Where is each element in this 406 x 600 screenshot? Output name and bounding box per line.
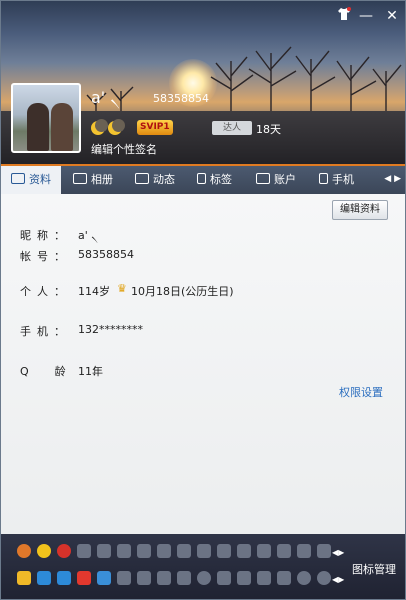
penguin-icon[interactable] [17, 544, 31, 558]
close-icon[interactable]: ✕ [383, 7, 401, 25]
svip-badge[interactable]: SVIP1 [137, 120, 173, 135]
tencent-icon[interactable] [297, 571, 311, 585]
tab-bar: 资料 相册 动态 标签 账户 手机 ◀ ▶ [1, 164, 405, 194]
icon-scroll-arrows[interactable]: ◀▶ [332, 575, 344, 584]
diamond-icon[interactable] [237, 544, 251, 558]
leaf-icon[interactable] [157, 544, 171, 558]
game-icon[interactable] [57, 571, 71, 585]
briefcase-icon [256, 173, 270, 184]
minimize-icon[interactable]: — [357, 7, 375, 25]
search-icon[interactable] [117, 571, 131, 585]
phone-icon [319, 173, 328, 184]
nickname-label: 昵称： [20, 229, 71, 242]
account-value: 58358854 [78, 248, 134, 261]
video-icon[interactable] [77, 571, 91, 585]
tab-scroll-arrows[interactable]: ◀ ▶ [384, 174, 401, 184]
moon-icon [91, 119, 108, 135]
photo-album-icon [73, 173, 87, 184]
pet-icon[interactable] [277, 571, 291, 585]
crown-icon: ♛ [117, 282, 127, 295]
shirt-icon[interactable] [335, 7, 353, 25]
bird-icon[interactable] [277, 544, 291, 558]
active-days: 18天 [256, 123, 281, 136]
diamond-icon[interactable] [217, 544, 231, 558]
age-value: 114岁 [78, 285, 110, 298]
bookmark-icon [197, 173, 206, 184]
badge-icon[interactable] [317, 571, 331, 585]
feed-icon [135, 173, 149, 184]
cloud-icon[interactable] [137, 544, 151, 558]
permission-settings-link[interactable]: 权限设置 [339, 384, 383, 400]
shield-icon[interactable] [177, 571, 191, 585]
tab-account[interactable]: 账户 [256, 166, 296, 194]
profile-window: — ✕ a' ৲ 58358854 SVIP1 达人 18天 编辑个性签名 资料… [0, 0, 406, 600]
nickname-value: a' ৲ [78, 229, 98, 242]
edit-profile-button[interactable]: 编辑资料 [332, 200, 388, 220]
night-icon[interactable] [257, 571, 271, 585]
tab-feed[interactable]: 动态 [135, 166, 175, 194]
icon-scroll-arrows[interactable]: ◀▶ [332, 548, 344, 557]
moon-icon [108, 119, 125, 135]
tab-album[interactable]: 相册 [73, 166, 113, 194]
edit-signature-link[interactable]: 编辑个性签名 [91, 141, 157, 157]
chat-icon[interactable] [257, 544, 271, 558]
grid-icon[interactable] [217, 571, 231, 585]
profile-account-number: 58358854 [153, 92, 209, 105]
heart-icon[interactable] [77, 544, 91, 558]
talent-badge[interactable]: 达人 [212, 121, 252, 135]
icon-bar: ◀▶ ◀▶ [1, 534, 405, 599]
graduation-cap-icon[interactable] [157, 571, 171, 585]
gem-icon[interactable] [117, 544, 131, 558]
heart-icon[interactable] [317, 544, 331, 558]
account-label: 帐号： [20, 250, 71, 263]
qzone-icon[interactable] [57, 544, 71, 558]
tab-profile[interactable]: 资料 [1, 166, 61, 194]
camera-icon[interactable] [237, 571, 251, 585]
icon-manager-link[interactable]: 图标管理 [352, 561, 396, 577]
mail-icon[interactable] [37, 571, 51, 585]
music-icon[interactable] [97, 571, 111, 585]
swirl-icon[interactable] [197, 571, 211, 585]
phone-value: 132******** [78, 323, 143, 336]
avatar[interactable] [11, 83, 81, 153]
tab-phone[interactable]: 手机 [319, 166, 354, 194]
heart-icon[interactable] [97, 544, 111, 558]
star-icon[interactable] [17, 571, 31, 585]
diamond-icon[interactable] [177, 544, 191, 558]
profile-nickname: a' ৲ [91, 88, 121, 107]
tab-tags[interactable]: 标签 [197, 166, 232, 194]
app-icon[interactable] [137, 571, 151, 585]
birthday-value: 10月18日(公历生日) [131, 285, 234, 298]
qage-value: 11年 [78, 365, 103, 378]
phone-label: 手机： [20, 325, 71, 338]
qq-icon[interactable] [37, 544, 51, 558]
diamond-icon[interactable] [197, 544, 211, 558]
personal-label: 个人： [20, 285, 71, 298]
star-icon[interactable] [297, 544, 311, 558]
qage-label: Q龄： [20, 365, 129, 378]
profile-card-icon [11, 173, 25, 184]
